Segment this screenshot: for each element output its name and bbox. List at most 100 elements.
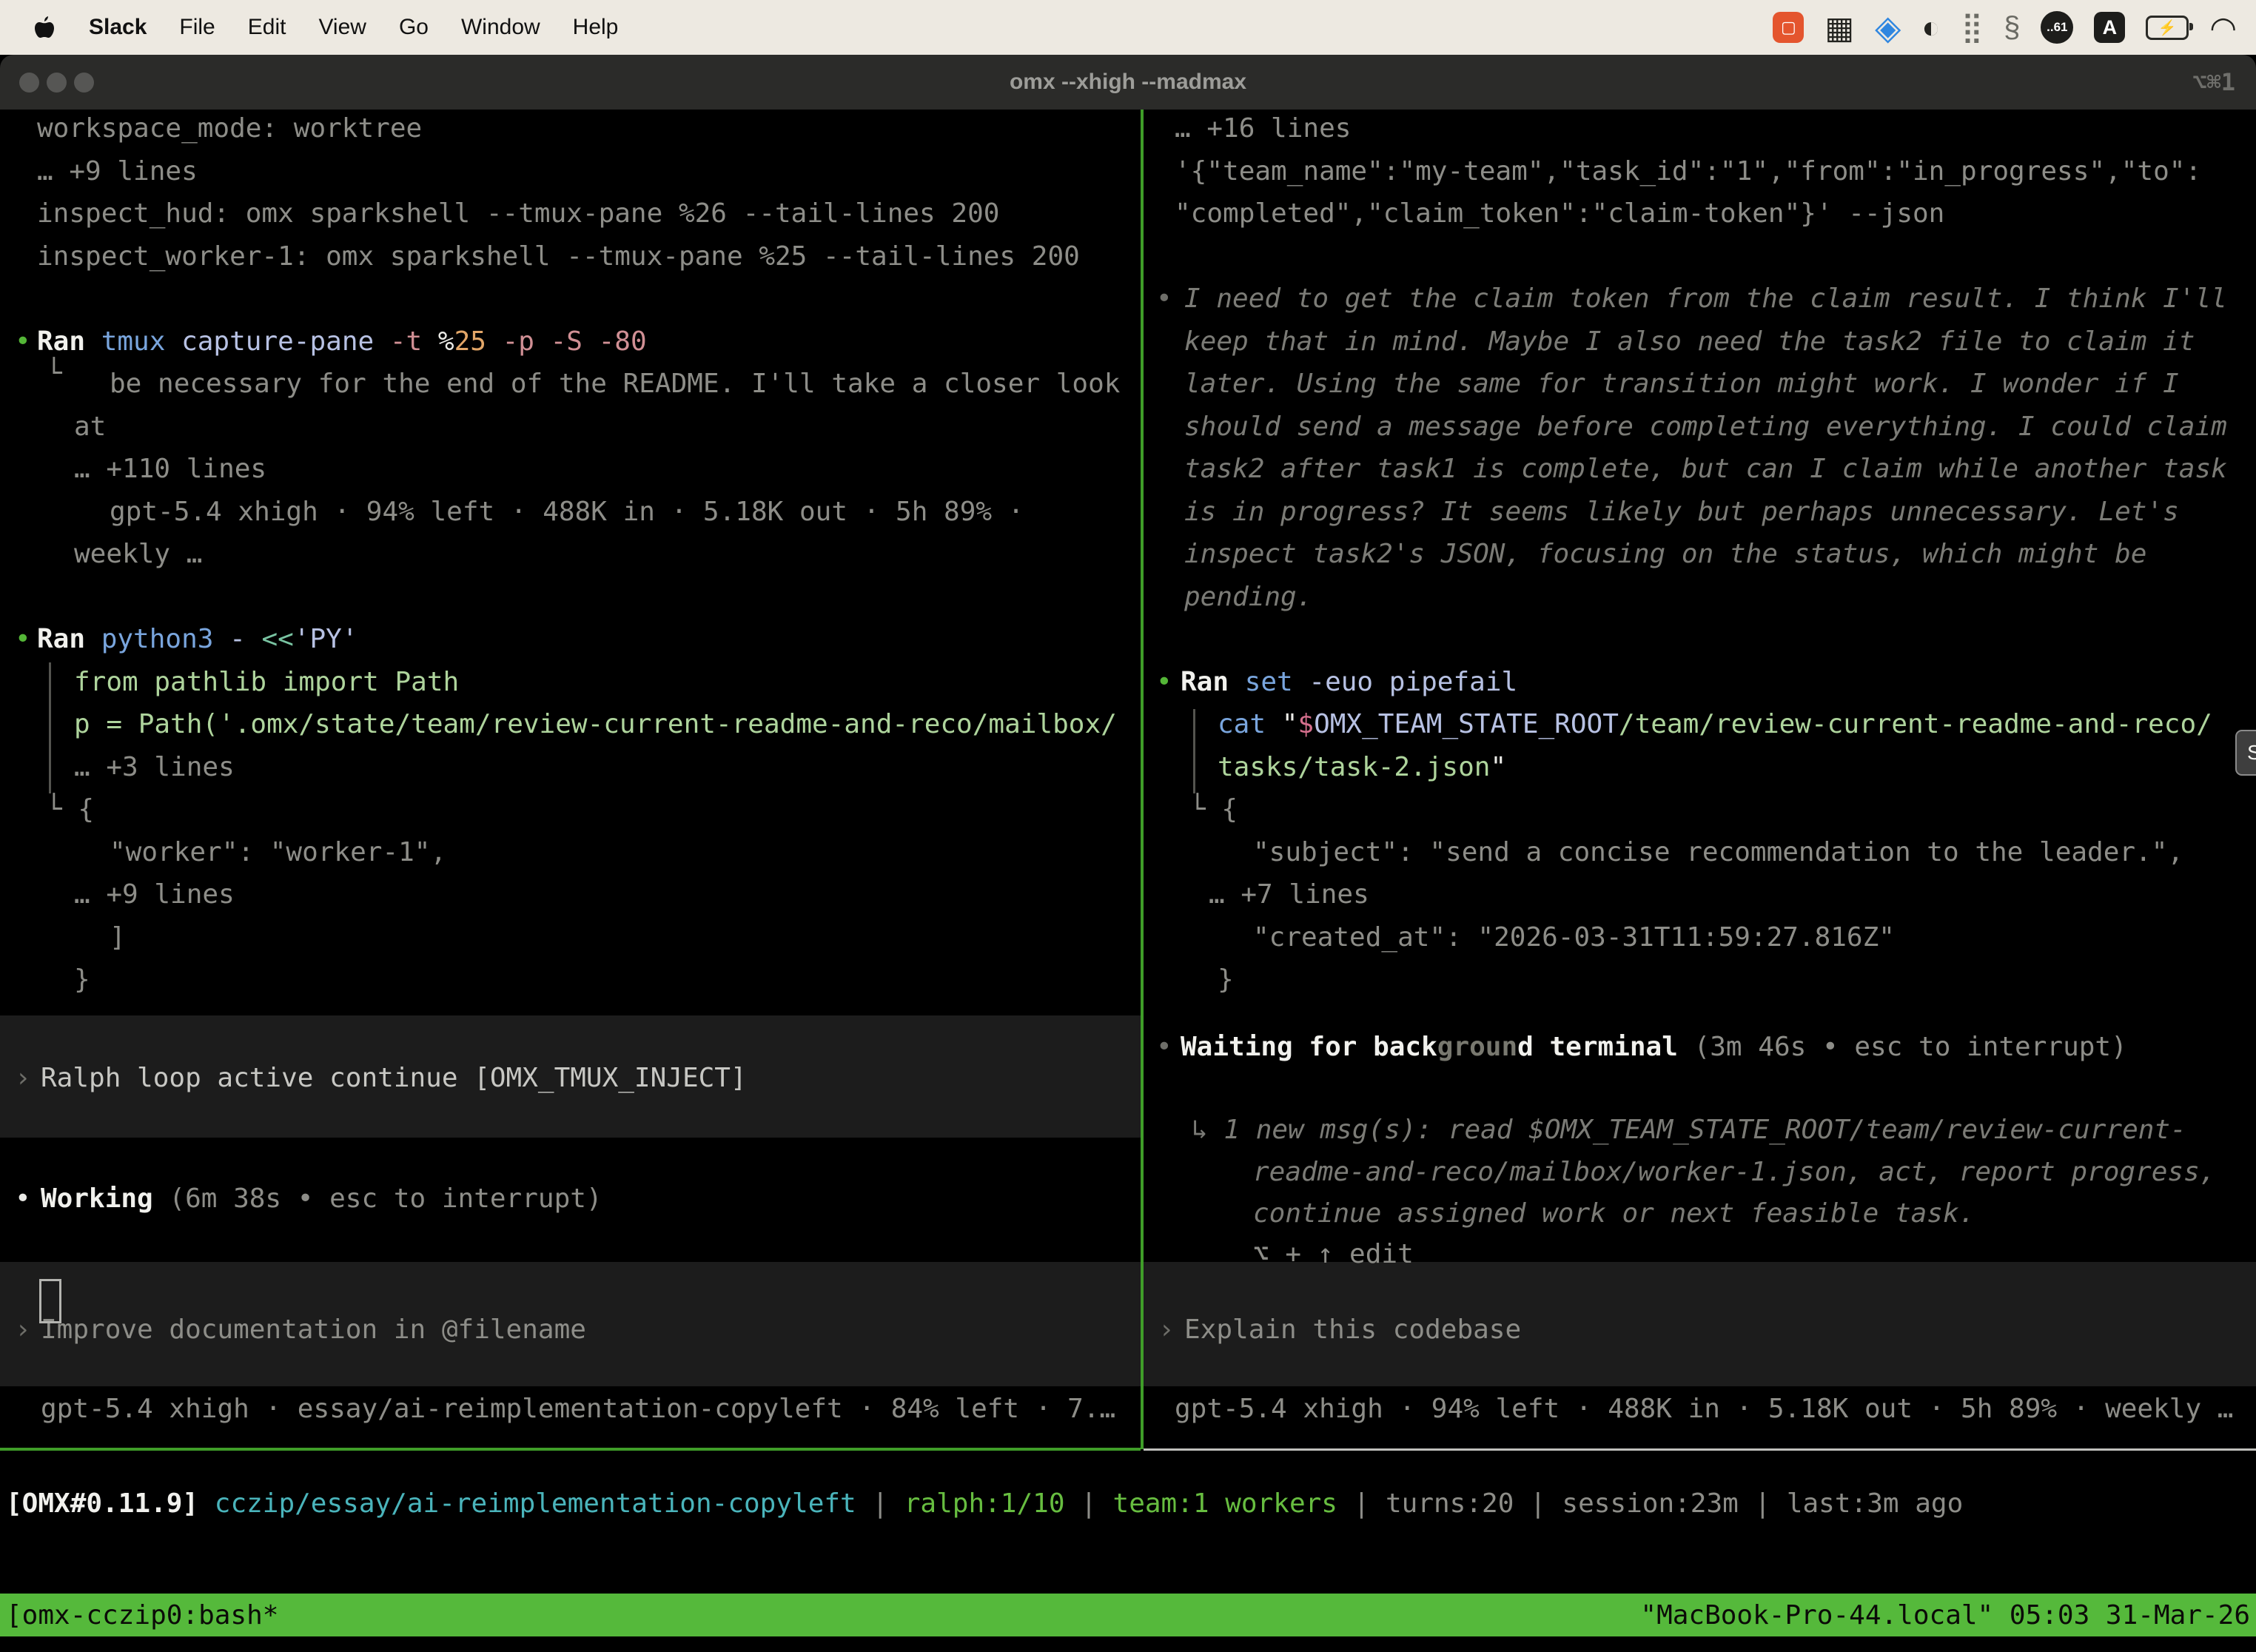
menu-item-window[interactable]: Window: [461, 15, 540, 39]
output-corner-glyph: └: [46, 357, 62, 390]
text-segment: (6m 38s • esc to interrupt): [169, 1183, 602, 1214]
text-segment: capture-pane: [181, 326, 390, 357]
text-segment: gpt-5.4 xhigh · 94% left · 488K in · 5.1…: [110, 497, 1024, 527]
text-cursor: [39, 1279, 61, 1323]
figure-icon[interactable]: §: [2004, 11, 2020, 44]
text-segment: •: [15, 326, 31, 357]
screen: Slack File Edit View Go Window Help ▢ ▦ ◈ ◐ ⣿ § ..61…: [0, 0, 2256, 1652]
pane-status-left: gpt-5.4 xhigh · essay/ai-reimplementatio…: [41, 1393, 1115, 1426]
dots-grid-icon[interactable]: ⣿: [1961, 10, 1983, 44]
text-segment: └ {: [46, 794, 94, 825]
menu-item-view[interactable]: View: [318, 15, 366, 39]
text-segment: •: [1156, 667, 1172, 697]
text-segment: … +3 lines: [74, 752, 235, 782]
menu-item-slack[interactable]: Slack: [89, 15, 147, 39]
battery-icon[interactable]: ⚡: [2146, 16, 2189, 40]
text-segment: team:1 workers: [1113, 1488, 1337, 1519]
text-segment: should send a message before completing …: [1184, 412, 2227, 442]
text-segment: •: [15, 624, 31, 654]
text-segment: /team/review-current-readme-and-reco/: [1619, 709, 2212, 739]
output-elided-lines: … +9 lines: [74, 879, 235, 911]
text-segment: }: [1218, 964, 1234, 995]
command-bullet: •: [1156, 666, 1172, 699]
output-inspect-worker: inspect_worker-1: omx sparkshell --tmux-…: [37, 241, 1080, 273]
command-cat-task-cont: tasks/task-2.json": [1218, 751, 1506, 784]
output-inspect-hud: inspect_hud: omx sparkshell --tmux-pane …: [37, 198, 999, 230]
text-segment: }: [74, 964, 90, 995]
text-segment: keep that in mind. Maybe I also need the…: [1184, 326, 2195, 357]
text-segment: 25: [454, 326, 503, 357]
text-segment: ›: [1158, 1314, 1175, 1345]
text-segment: readme-and-reco/mailbox/worker-1.json, a…: [1253, 1157, 2215, 1187]
text-segment: inspect task2's JSON, focusing on the st…: [1184, 539, 2146, 569]
text-segment: weekly …: [74, 539, 202, 569]
json-close-brace: }: [1218, 964, 1234, 996]
text-segment: ⌥ + ↑ edit: [1253, 1239, 1414, 1269]
menu-bar: Slack File Edit View Go Window Help ▢ ▦ ◈ ◐ ⣿ § ..61…: [0, 0, 2256, 55]
mailbox-notice-cont: continue assigned work or next feasible …: [1253, 1198, 1975, 1230]
text-segment: … +9 lines: [37, 156, 198, 187]
pane-divider[interactable]: [1141, 110, 1144, 1449]
text-segment: cat: [1218, 709, 1282, 739]
text-segment: is in progress? It seems likely but perh…: [1184, 497, 2179, 527]
command-cat-task: cat "$OMX_TEAM_STATE_ROOT/team/review-cu…: [1218, 708, 2212, 741]
command-ran-set-pipefail: Ran set -euo pipefail: [1181, 666, 1517, 699]
wifi-icon[interactable]: ◠: [2209, 10, 2237, 46]
indent-guide: [49, 662, 51, 793]
terminal-content: workspace_mode: worktree… +9 linesinspec…: [0, 110, 2256, 1652]
text-segment: p = Path('.omx/state/team/review-current…: [74, 709, 1117, 739]
text-segment: |: [1065, 1488, 1113, 1519]
thinking-text: keep that in mind. Maybe I also need the…: [1184, 326, 2195, 358]
code-import-path: from pathlib import Path: [74, 666, 459, 699]
text-segment: tasks/task-2.json: [1218, 752, 1490, 782]
text-segment: … +9 lines: [74, 879, 235, 910]
text-segment: tmux: [101, 326, 181, 357]
terminal-window: omx --xhigh --madmax ⌥⌘1 workspace_mode:…: [0, 55, 2256, 1652]
text-segment: cczip/essay/ai-reimplementation-copyleft: [215, 1488, 856, 1519]
json-worker-field: "worker": "worker-1",: [110, 836, 446, 869]
apple-menu-icon[interactable]: [34, 16, 55, 39]
text-segment: … +110 lines: [74, 454, 266, 484]
text-segment: %: [438, 326, 454, 357]
text-segment: continue assigned work or next feasible …: [1253, 1198, 1975, 1229]
text-segment: ralph:1/10: [904, 1488, 1065, 1519]
pane-status-right: gpt-5.4 xhigh · 94% left · 488K in · 5.1…: [1175, 1393, 2233, 1426]
text-segment: -t: [390, 326, 438, 357]
text-segment: at: [74, 412, 106, 442]
command-ran-python3: Ran python3 - <<'PY': [37, 623, 358, 656]
blue-badge-icon[interactable]: ◈: [1875, 7, 1901, 47]
orange-speech-bubble-icon[interactable]: ▢: [1773, 12, 1804, 43]
percent-badge-icon[interactable]: ..61: [2041, 11, 2073, 44]
text-segment: |: [856, 1488, 904, 1519]
thinking-text: inspect task2's JSON, focusing on the st…: [1184, 538, 2146, 571]
text-segment: | turns:20 | session:23m | last:3m ago: [1337, 1488, 1963, 1519]
command-ran-tmux-capture: Ran tmux capture-pane -t %25 -p -S -80: [37, 326, 647, 358]
text-segment: gpt-5.4 xhigh · essay/ai-reimplementatio…: [41, 1394, 1115, 1424]
text-segment: •: [1156, 283, 1172, 314]
menu-item-file[interactable]: File: [179, 15, 215, 39]
moon-circle-icon[interactable]: ◐: [1921, 10, 1940, 45]
command-bullet: •: [15, 623, 31, 656]
menu-item-help[interactable]: Help: [573, 15, 619, 39]
tmux-session-name[interactable]: [omx-cczip0:bash*: [6, 1600, 278, 1631]
json-created-at-field: "created_at": "2026-03-31T11:59:27.816Z": [1253, 921, 1895, 954]
input-chevron: ›: [1158, 1314, 1175, 1346]
text-segment: be necessary for the end of the README. …: [110, 369, 1120, 399]
text-segment: -euo pipefail: [1309, 667, 1517, 697]
shield-grid-icon[interactable]: ▦: [1824, 10, 1854, 46]
indent-guide: [1193, 709, 1195, 793]
screen-tooltip: Scre: [2235, 730, 2256, 776]
prompt-chevron: ›: [15, 1062, 31, 1095]
window-titlebar[interactable]: omx --xhigh --madmax ⌥⌘1: [0, 55, 2256, 110]
output-json-payload: '{"team_name":"my-team","task_id":"1","f…: [1175, 155, 2201, 188]
a-badge-icon[interactable]: A: [2094, 12, 2125, 43]
output-readme-note-cont: at: [74, 411, 106, 443]
text-segment: 'PY': [294, 624, 358, 654]
working-bullet: •: [15, 1183, 31, 1215]
menu-item-edit[interactable]: Edit: [248, 15, 286, 39]
menu-item-go[interactable]: Go: [399, 15, 429, 39]
text-segment: -: [229, 624, 261, 654]
text-segment: Ran: [1181, 667, 1245, 697]
prompt-ralph-loop: Ralph loop active continue [OMX_TMUX_INJ…: [41, 1062, 747, 1095]
text-segment: from pathlib import Path: [74, 667, 459, 697]
